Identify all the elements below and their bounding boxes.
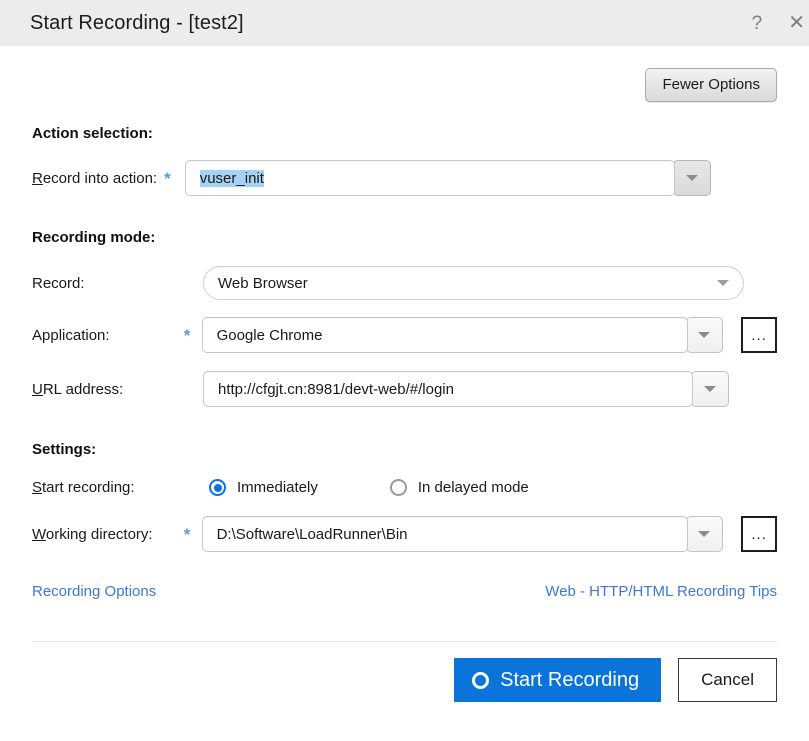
chevron-down-icon (704, 386, 716, 392)
dialog-body: Fewer Options Action selection: Record i… (0, 68, 809, 600)
row-url-address: URL address: http://cfgjt.cn:8981/devt-w… (32, 371, 777, 407)
start-recording-radio-group: Immediately In delayed mode (209, 479, 529, 496)
radio-in-delayed-mode[interactable]: In delayed mode (389, 479, 529, 496)
record-circle-icon (472, 671, 490, 689)
section-heading-recording-mode: Recording mode: (32, 229, 156, 246)
application-required-star: * (183, 325, 191, 345)
url-address-accelerator: U (32, 380, 43, 398)
radio-immediately-label: Immediately (237, 479, 318, 496)
record-combobox[interactable]: Web Browser (203, 266, 744, 300)
application-value: Google Chrome (216, 326, 323, 344)
chevron-down-icon (685, 175, 698, 181)
application-combobox[interactable]: Google Chrome (201, 317, 688, 353)
row-start-recording: Start recording: Immediately In delayed … (32, 479, 777, 496)
record-value: Web Browser (218, 274, 308, 292)
recording-options-link[interactable]: Recording Options (32, 583, 156, 600)
working-directory-accelerator: W (32, 525, 46, 543)
application-browse-button[interactable]: ... (741, 317, 777, 353)
url-address-value: http://cfgjt.cn:8981/devt-web/#/login (218, 380, 454, 398)
application-dropdown-button[interactable] (685, 317, 724, 353)
working-directory-dropdown-button[interactable] (685, 516, 724, 552)
start-recording-accelerator: S (32, 479, 43, 496)
recording-tips-link[interactable]: Web - HTTP/HTML Recording Tips (545, 583, 777, 600)
record-into-action-accelerator: R (32, 169, 43, 187)
chevron-down-icon (698, 332, 711, 338)
url-address-label: URL address: (32, 380, 124, 398)
start-recording-button[interactable]: Start Recording (454, 658, 662, 702)
chevron-down-icon (717, 280, 729, 286)
record-into-action-dropdown-button[interactable] (672, 160, 711, 196)
start-recording-button-label: Start Recording (500, 668, 640, 691)
row-record-into-action: Record into action: * vuser_init (32, 160, 777, 196)
application-label: Application: (32, 326, 110, 344)
footer-divider (32, 641, 777, 642)
row-record: Record: Web Browser (32, 266, 777, 300)
record-into-action-value: vuser_init (199, 169, 264, 187)
working-directory-combobox[interactable]: D:\Software\LoadRunner\Bin (201, 516, 688, 552)
radio-icon-unselected (389, 479, 407, 496)
window-title: Start Recording - [test2] (30, 11, 244, 34)
url-address-dropdown-button[interactable] (691, 371, 729, 407)
titlebar-buttons: ? ✕ (752, 13, 805, 33)
chevron-down-icon (698, 531, 711, 537)
working-directory-required-star: * (183, 524, 191, 544)
record-into-action-label: Record into action: (32, 169, 158, 187)
fewer-options-row: Fewer Options (32, 68, 777, 102)
window-titlebar: Start Recording - [test2] ? ✕ (0, 0, 809, 46)
working-directory-label: Working directory: (32, 525, 153, 543)
help-icon[interactable]: ? (752, 14, 763, 33)
radio-immediately[interactable]: Immediately (209, 479, 318, 496)
radio-icon-selected (209, 479, 226, 496)
record-into-action-required-star: * (164, 168, 171, 188)
cancel-button[interactable]: Cancel (678, 658, 777, 702)
record-into-action-combobox[interactable]: vuser_init (184, 160, 675, 196)
section-heading-action-selection: Action selection: (32, 125, 153, 142)
close-icon[interactable]: ✕ (788, 13, 805, 33)
fewer-options-button[interactable]: Fewer Options (645, 68, 777, 102)
links-row: Recording Options Web - HTTP/HTML Record… (32, 583, 777, 600)
section-heading-settings: Settings: (32, 441, 97, 458)
record-label: Record: (32, 274, 85, 292)
row-working-directory: Working directory: * D:\Software\LoadRun… (32, 516, 777, 552)
radio-in-delayed-mode-label: In delayed mode (417, 479, 529, 496)
url-address-combobox[interactable]: http://cfgjt.cn:8981/devt-web/#/login (203, 371, 693, 407)
working-directory-value: D:\Software\LoadRunner\Bin (216, 525, 408, 543)
working-directory-browse-button[interactable]: ... (741, 516, 777, 552)
start-recording-label: Start recording: (32, 479, 135, 496)
row-application: Application: * Google Chrome ... (32, 317, 777, 353)
dialog-footer: Start Recording Cancel (0, 658, 809, 702)
